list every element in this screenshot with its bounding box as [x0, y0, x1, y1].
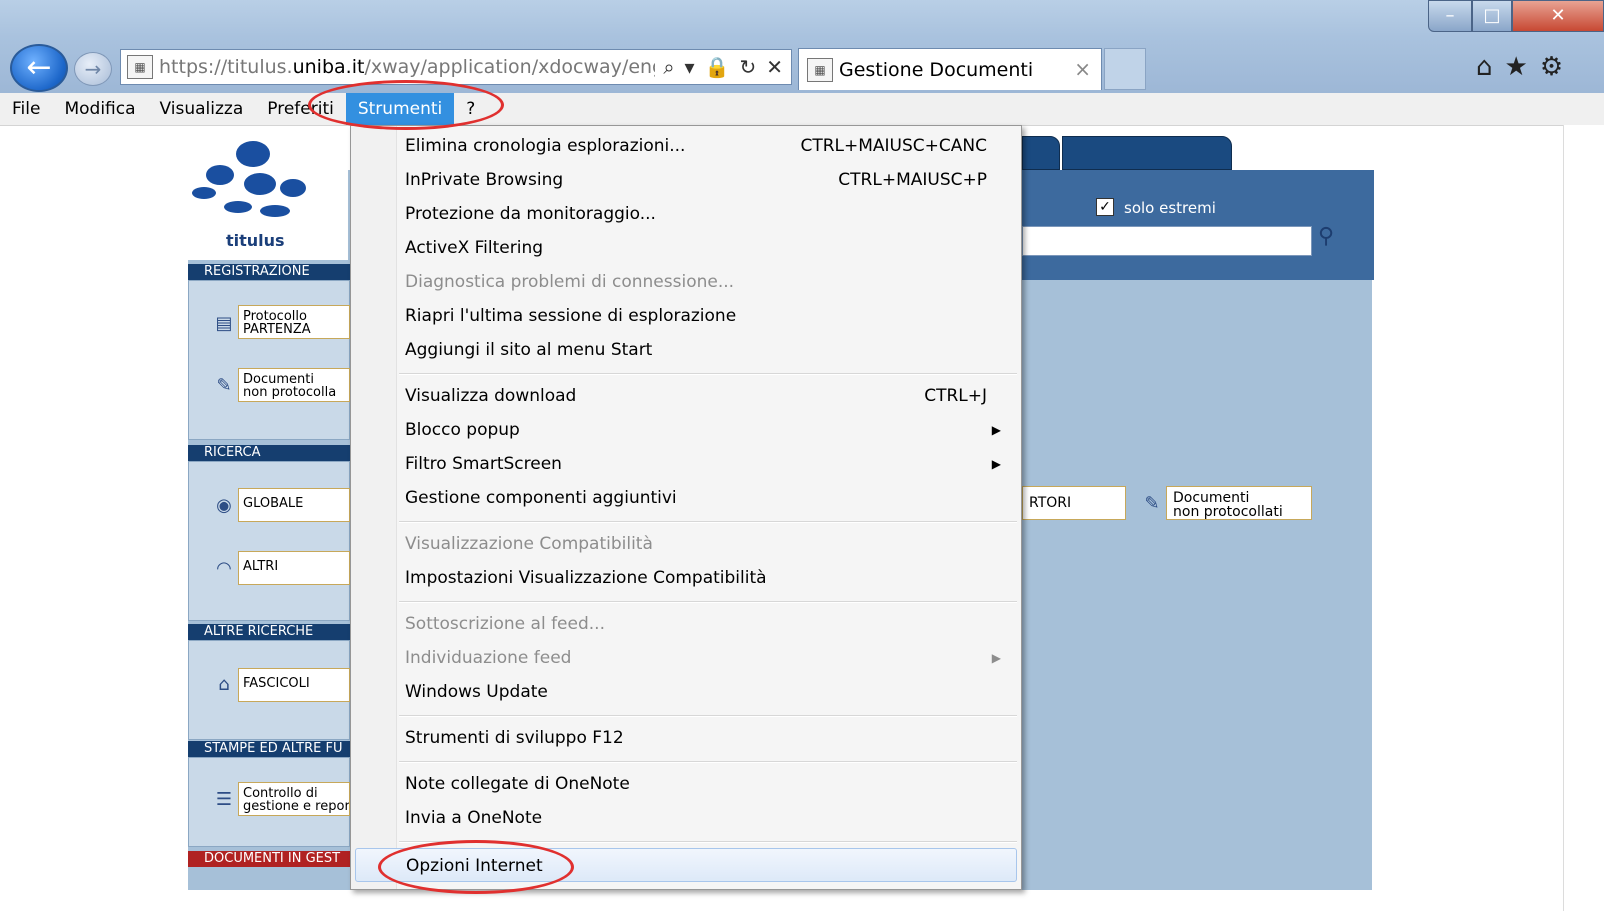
menu-help[interactable]: ?	[454, 93, 487, 125]
menu-separator	[399, 715, 1017, 717]
menu-visualizza[interactable]: Visualizza	[148, 93, 256, 125]
dropdown-icon[interactable]: ▾	[685, 55, 695, 79]
submenu-arrow-icon: ▶	[991, 457, 1001, 471]
menu-item-opzioni-internet[interactable]: Opzioni Internet	[355, 848, 1017, 882]
globale-button[interactable]: GLOBALE	[238, 488, 350, 522]
back-button[interactable]: ←	[10, 44, 68, 92]
stop-icon[interactable]: ✕	[766, 55, 783, 79]
section-stampe: STAMPE ED ALTRE FU	[188, 741, 350, 757]
menu-item-strumenti-sviluppo[interactable]: Strumenti di sviluppo F12	[355, 721, 1017, 755]
page-tab-2[interactable]	[1062, 136, 1232, 170]
menu-file[interactable]: File	[0, 93, 52, 125]
globe-icon: ◉	[216, 495, 232, 516]
menu-item-blocco-popup[interactable]: Blocco popup ▶	[355, 413, 1017, 447]
new-tab-button[interactable]	[1104, 48, 1146, 90]
section-documenti-gest: DOCUMENTI IN GEST	[188, 851, 350, 867]
menu-bar: File Modifica Visualizza Preferiti Strum…	[0, 93, 1604, 126]
protocollo-partenza-button[interactable]: Protocollo PARTENZA	[238, 305, 350, 339]
back-arrow-icon: ←	[26, 50, 52, 85]
menu-item-individuazione-feed: Individuazione feed ▶	[355, 641, 1017, 675]
menu-item-filtro-smartscreen[interactable]: Filtro SmartScreen ▶	[355, 447, 1017, 481]
search-icon[interactable]: ⌕	[663, 55, 674, 79]
solo-estremi-checkbox[interactable]: ✓	[1096, 198, 1114, 216]
menu-item-inprivate[interactable]: InPrivate Browsing CTRL+MAIUSC+P	[355, 163, 1017, 197]
registrazione-box	[188, 280, 350, 440]
section-registrazione: REGISTRAZIONE	[188, 264, 350, 280]
tab-gestione-documenti[interactable]: ▦ Gestione Documenti ×	[798, 48, 1102, 90]
tab-favicon-icon: ▦	[807, 57, 833, 82]
menu-separator	[399, 761, 1017, 763]
documenti-non-protocollati-main-button[interactable]: Documenti non protocollati	[1166, 486, 1312, 520]
address-bar[interactable]: ▦ https://titulus.uniba.it/xway/applicat…	[120, 49, 792, 85]
menu-modifica[interactable]: Modifica	[52, 93, 147, 125]
menu-item-visualizzazione-compatibilita: Visualizzazione Compatibilità	[405, 534, 653, 554]
menu-item-invia-onenote[interactable]: Invia a OneNote	[355, 801, 1017, 835]
menu-item-elimina-cronologia[interactable]: Elimina cronologia esplorazioni... CTRL+M…	[355, 129, 1017, 163]
close-window-button[interactable]: ✕	[1512, 0, 1604, 32]
menu-item-note-onenote[interactable]: Note collegate di OneNote	[355, 767, 1017, 801]
page-search-input[interactable]	[1022, 226, 1312, 256]
menu-strumenti[interactable]: Strumenti	[345, 93, 455, 125]
home-icon[interactable]: ⌂	[1476, 52, 1493, 82]
submenu-arrow-icon: ▶	[991, 651, 1001, 665]
controllo-icon: ☰	[215, 789, 233, 810]
altri-button[interactable]: ALTRI	[238, 551, 350, 585]
ricerca-box	[188, 461, 350, 621]
menu-item-diagnostica: Diagnostica problemi di connessione...	[405, 272, 735, 292]
folder-icon: ⌂	[218, 674, 230, 695]
site-favicon-icon: ▦	[127, 55, 153, 79]
browser-toolbar-right: ⌂ ★ ⚙	[1476, 52, 1563, 82]
documenti-main-icon: ✎	[1144, 493, 1160, 514]
page-tab-1[interactable]	[1022, 136, 1060, 170]
documenti-icon: ✎	[216, 375, 232, 396]
fascicoli-button[interactable]: FASCICOLI	[238, 668, 350, 702]
section-altre-ricerche: ALTRE RICERCHE	[188, 624, 350, 640]
menu-separator	[399, 373, 1017, 375]
menu-item-sottoscrizione-feed: Sottoscrizione al feed...	[405, 614, 605, 634]
favorites-star-icon[interactable]: ★	[1505, 52, 1528, 82]
page-scrollbar-area[interactable]	[1563, 125, 1604, 911]
address-url[interactable]: https://titulus.uniba.it/xway/applicatio…	[159, 56, 655, 78]
tab-title: Gestione Documenti	[839, 58, 1034, 81]
refresh-icon[interactable]: ↻	[739, 55, 756, 79]
strumenti-dropdown-menu: Elimina cronologia esplorazioni... CTRL+M…	[350, 125, 1022, 890]
menu-item-activex-filtering[interactable]: ActiveX Filtering	[355, 231, 1017, 265]
rainbow-icon: ◠	[216, 558, 232, 579]
forward-button[interactable]: →	[74, 52, 112, 86]
tools-gear-icon[interactable]: ⚙	[1540, 52, 1563, 82]
menu-item-aggiungi-start[interactable]: Aggiungi il sito al menu Start	[355, 333, 1017, 367]
menu-item-riapri-sessione[interactable]: Riapri l'ultima sessione di esplorazione	[355, 299, 1017, 333]
menu-item-protezione-monitoraggio[interactable]: Protezione da monitoraggio...	[355, 197, 1017, 231]
maximize-button[interactable]: □	[1472, 0, 1512, 32]
menu-item-visualizza-download[interactable]: Visualizza download CTRL+J	[355, 379, 1017, 413]
solo-estremi-label: solo estremi	[1124, 199, 1216, 217]
menu-separator	[399, 521, 1017, 523]
documenti-non-protocollati-button[interactable]: Documenti non protocolla	[238, 368, 350, 402]
titulus-logo: titulus	[188, 135, 348, 260]
window-controls: – □ ✕	[1428, 0, 1604, 34]
page-top-tabs	[1022, 136, 1374, 170]
forward-arrow-icon: →	[84, 57, 102, 81]
menu-preferiti[interactable]: Preferiti	[255, 93, 346, 125]
magnifier-icon[interactable]: ⚲	[1318, 224, 1334, 249]
logo-text: titulus	[226, 231, 285, 250]
submenu-arrow-icon: ▶	[991, 423, 1001, 437]
controllo-gestione-button[interactable]: Controllo digestione e reportis	[238, 782, 350, 816]
protocollo-icon: ▤	[215, 313, 233, 334]
menu-item-componenti-aggiuntivi[interactable]: Gestione componenti aggiuntivi	[355, 481, 1017, 515]
menu-separator	[399, 601, 1017, 603]
lock-icon[interactable]: 🔒	[705, 55, 730, 79]
repertori-button[interactable]: RTORI	[1022, 486, 1126, 520]
menu-item-windows-update[interactable]: Windows Update	[355, 675, 1017, 709]
menu-separator	[399, 841, 1017, 843]
menu-item-impostazioni-compatibilita[interactable]: Impostazioni Visualizzazione Compatibili…	[355, 561, 1017, 595]
minimize-button[interactable]: –	[1428, 0, 1472, 32]
tab-close-icon[interactable]: ×	[1074, 57, 1091, 81]
section-ricerca: RICERCA	[188, 445, 350, 461]
